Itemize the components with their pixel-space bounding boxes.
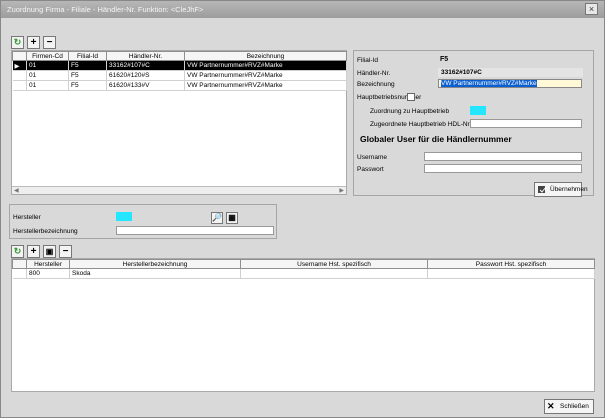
filial-label: Filial-Id bbox=[357, 57, 378, 64]
haendler-field: 33162#107#C bbox=[438, 68, 583, 77]
scroll-left-icon[interactable]: ◀ bbox=[14, 187, 19, 194]
haendler-table-panel: Firmen-Cd Filial-Id Händler-Nr. Bezeichn… bbox=[11, 50, 347, 195]
main-window: Zuordnung Firma - Filiale - Händler-Nr. … bbox=[0, 0, 605, 418]
column-header[interactable]: Bezeichnung bbox=[184, 51, 347, 61]
bottom-refresh-button[interactable]: ↻ bbox=[11, 245, 24, 258]
window-title: Zuordnung Firma - Filiale - Händler-Nr. … bbox=[7, 5, 204, 14]
search-button[interactable]: 🔎 bbox=[211, 212, 223, 224]
calendar-button[interactable]: ▦ bbox=[226, 212, 238, 224]
column-header[interactable]: Herstellerbezeichnung bbox=[69, 259, 241, 269]
uebernehmen-button[interactable]: Übernehmen bbox=[534, 182, 588, 197]
passwort-label: Passwort bbox=[357, 166, 384, 173]
refresh-icon: ↻ bbox=[13, 246, 22, 256]
global-user-heading: Globaler User für die Händlernummer bbox=[360, 134, 512, 144]
window-close-button[interactable]: × bbox=[585, 3, 598, 15]
passwort-input[interactable] bbox=[424, 164, 582, 173]
row-selector[interactable] bbox=[12, 80, 27, 91]
hauptbetrieb-checkbox[interactable] bbox=[407, 93, 415, 101]
column-header[interactable]: Filial-Id bbox=[68, 51, 107, 61]
save-button[interactable]: ▣ bbox=[43, 245, 56, 258]
table-header-row: Hersteller Herstellerbezeichnung Usernam… bbox=[12, 259, 595, 269]
refresh-icon: ↻ bbox=[13, 37, 22, 47]
bezeichnung-label: Bezeichnung bbox=[357, 81, 395, 88]
haendler-table: Firmen-Cd Filial-Id Händler-Nr. Bezeichn… bbox=[12, 51, 347, 91]
zuordnung-label: Zuordnung zu Hauptbetrieb bbox=[370, 108, 450, 115]
herstellerbezeichnung-label: Herstellerbezeichnung bbox=[13, 228, 78, 235]
table-row[interactable]: ▶ 01 F5 33162#107#C VW Partnernummer#RVZ… bbox=[12, 60, 347, 71]
refresh-button[interactable]: ↻ bbox=[11, 36, 24, 49]
hersteller-table: Hersteller Herstellerbezeichnung Usernam… bbox=[12, 259, 595, 279]
minus-icon: − bbox=[46, 37, 53, 48]
calendar-icon: ▦ bbox=[228, 213, 236, 222]
bottom-remove-button[interactable]: − bbox=[59, 245, 72, 258]
username-label: Username bbox=[357, 154, 387, 161]
haendler-label: Händler-Nr. bbox=[357, 70, 391, 77]
hersteller-label: Hersteller bbox=[13, 214, 41, 221]
table-row[interactable]: 01 F5 61620#120#S VW Partnernummer#RVZ#M… bbox=[12, 70, 347, 81]
column-header[interactable]: Hersteller bbox=[26, 259, 70, 269]
herstellerbezeichnung-input[interactable] bbox=[116, 226, 274, 235]
bottom-add-button[interactable]: + bbox=[27, 245, 40, 258]
row-selector[interactable] bbox=[12, 70, 27, 81]
minus-icon: − bbox=[62, 246, 69, 257]
selected-text: VW Partnernummer#RVZ#Marke bbox=[441, 80, 537, 87]
bezeichnung-input[interactable]: VW Partnernummer#RVZ#Marke bbox=[438, 79, 582, 88]
row-selector-header bbox=[12, 259, 27, 269]
window-titlebar: Zuordnung Firma - Filiale - Händler-Nr. … bbox=[1, 1, 604, 18]
filial-value: F5 bbox=[440, 56, 449, 63]
username-input[interactable] bbox=[424, 152, 582, 161]
column-header[interactable]: Passwort Hst. spezifisch bbox=[427, 259, 595, 269]
user-check-icon bbox=[537, 185, 547, 194]
plus-icon: + bbox=[30, 37, 37, 48]
column-header[interactable]: Username Hst. spezifisch bbox=[240, 259, 428, 269]
zugeordnete-label: Zugeordnete Hauptbetrieb HDL-Nr. bbox=[370, 121, 472, 128]
hersteller-field[interactable] bbox=[116, 212, 132, 221]
column-header[interactable]: Händler-Nr. bbox=[106, 51, 185, 61]
remove-row-button[interactable]: − bbox=[43, 36, 56, 49]
search-icon: 🔎 bbox=[212, 213, 222, 222]
plus-icon: + bbox=[30, 246, 37, 257]
zuordnung-field[interactable] bbox=[470, 106, 486, 115]
row-selector-header bbox=[12, 51, 27, 61]
close-icon: × bbox=[588, 4, 595, 14]
horizontal-scrollbar[interactable]: ◀ ▶ bbox=[12, 186, 346, 194]
row-selector[interactable] bbox=[12, 268, 27, 279]
detail-panel: Filial-Id F5 Händler-Nr. 33162#107#C Bez… bbox=[353, 50, 594, 197]
schliessen-button[interactable]: ✕ Schließen bbox=[544, 399, 594, 414]
column-header[interactable]: Firmen-Cd bbox=[26, 51, 69, 61]
x-close-icon: ✕ bbox=[547, 401, 555, 411]
table-header-row: Firmen-Cd Filial-Id Händler-Nr. Bezeichn… bbox=[12, 51, 347, 61]
table-row[interactable]: 01 F5 61620#133#V VW Partnernummer#RVZ#M… bbox=[12, 80, 347, 91]
schliessen-label: Schließen bbox=[560, 403, 589, 410]
add-row-button[interactable]: + bbox=[27, 36, 40, 49]
save-icon: ▣ bbox=[45, 247, 54, 256]
row-selector[interactable]: ▶ bbox=[12, 60, 27, 71]
table-row[interactable]: 800 Skoda bbox=[12, 268, 595, 279]
hersteller-table-panel: Hersteller Herstellerbezeichnung Usernam… bbox=[11, 258, 595, 392]
scroll-right-icon[interactable]: ▶ bbox=[339, 187, 344, 194]
zugeordnete-input[interactable] bbox=[470, 119, 582, 128]
uebernehmen-label: Übernehmen bbox=[550, 186, 588, 193]
hersteller-panel: Hersteller 🔎 ▦ Herstellerbezeichnung bbox=[9, 204, 277, 239]
